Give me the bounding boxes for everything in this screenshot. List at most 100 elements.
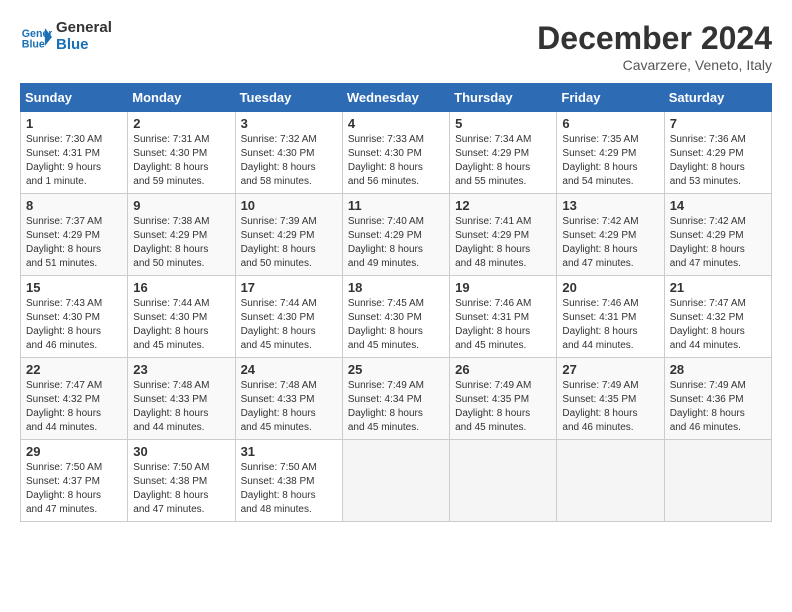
calendar-cell: 17 Sunrise: 7:44 AMSunset: 4:30 PMDayligh…: [235, 276, 342, 358]
day-number: 17: [241, 280, 337, 295]
day-number: 7: [670, 116, 766, 131]
calendar-week-row: 15 Sunrise: 7:43 AMSunset: 4:30 PMDayligh…: [21, 276, 772, 358]
day-number: 4: [348, 116, 444, 131]
calendar-cell: 13 Sunrise: 7:42 AMSunset: 4:29 PMDayligh…: [557, 194, 664, 276]
logo-text: GeneralBlue: [56, 20, 112, 53]
day-info: Sunrise: 7:44 AMSunset: 4:30 PMDaylight:…: [133, 297, 229, 353]
day-info: Sunrise: 7:47 AMSunset: 4:32 PMDaylight:…: [670, 297, 766, 353]
day-number: 24: [241, 362, 337, 377]
col-header-tuesday: Tuesday: [235, 84, 342, 112]
day-number: 11: [348, 198, 444, 213]
day-info: Sunrise: 7:33 AMSunset: 4:30 PMDaylight:…: [348, 133, 444, 189]
calendar-cell: 27 Sunrise: 7:49 AMSunset: 4:35 PMDayligh…: [557, 358, 664, 440]
day-number: 30: [133, 444, 229, 459]
page-header: General Blue GeneralBlue December 2024 C…: [20, 20, 772, 73]
day-number: 22: [26, 362, 122, 377]
day-info: Sunrise: 7:49 AMSunset: 4:35 PMDaylight:…: [455, 379, 551, 435]
day-number: 15: [26, 280, 122, 295]
day-info: Sunrise: 7:34 AMSunset: 4:29 PMDaylight:…: [455, 133, 551, 189]
calendar-week-row: 8Sunrise: 7:37 AMSunset: 4:29 PMDaylight…: [21, 194, 772, 276]
logo-icon: General Blue: [20, 21, 52, 53]
day-number: 9: [133, 198, 229, 213]
day-number: 29: [26, 444, 122, 459]
day-info: Sunrise: 7:50 AMSunset: 4:37 PMDaylight:…: [26, 461, 122, 517]
day-info: Sunrise: 7:50 AMSunset: 4:38 PMDaylight:…: [133, 461, 229, 517]
calendar-cell: 21 Sunrise: 7:47 AMSunset: 4:32 PMDayligh…: [664, 276, 771, 358]
day-number: 27: [562, 362, 658, 377]
col-header-monday: Monday: [128, 84, 235, 112]
calendar-week-row: 1 Sunrise: 7:30 AMSunset: 4:31 PMDaylight…: [21, 112, 772, 194]
day-number: 3: [241, 116, 337, 131]
day-info: Sunrise: 7:30 AMSunset: 4:31 PMDaylight:…: [26, 133, 122, 189]
calendar-cell: 14Sunrise: 7:42 AMSunset: 4:29 PMDayligh…: [664, 194, 771, 276]
svg-text:Blue: Blue: [22, 38, 45, 50]
calendar-cell: 26 Sunrise: 7:49 AMSunset: 4:35 PMDayligh…: [450, 358, 557, 440]
calendar-cell: 3Sunrise: 7:32 AMSunset: 4:30 PMDaylight…: [235, 112, 342, 194]
day-number: 18: [348, 280, 444, 295]
day-info: Sunrise: 7:37 AMSunset: 4:29 PMDaylight:…: [26, 215, 122, 271]
col-header-thursday: Thursday: [450, 84, 557, 112]
calendar-cell: 31 Sunrise: 7:50 AMSunset: 4:38 PMDayligh…: [235, 440, 342, 522]
day-info: Sunrise: 7:42 AMSunset: 4:29 PMDaylight:…: [670, 215, 766, 271]
calendar-cell: 1 Sunrise: 7:30 AMSunset: 4:31 PMDaylight…: [21, 112, 128, 194]
day-info: Sunrise: 7:35 AMSunset: 4:29 PMDaylight:…: [562, 133, 658, 189]
day-info: Sunrise: 7:49 AMSunset: 4:36 PMDaylight:…: [670, 379, 766, 435]
calendar-cell: [557, 440, 664, 522]
day-number: 12: [455, 198, 551, 213]
calendar-table: SundayMondayTuesdayWednesdayThursdayFrid…: [20, 83, 772, 522]
day-info: Sunrise: 7:48 AMSunset: 4:33 PMDaylight:…: [133, 379, 229, 435]
calendar-cell: 20 Sunrise: 7:46 AMSunset: 4:31 PMDayligh…: [557, 276, 664, 358]
calendar-cell: 24 Sunrise: 7:48 AMSunset: 4:33 PMDayligh…: [235, 358, 342, 440]
calendar-cell: 12 Sunrise: 7:41 AMSunset: 4:29 PMDayligh…: [450, 194, 557, 276]
calendar-cell: 2 Sunrise: 7:31 AMSunset: 4:30 PMDaylight…: [128, 112, 235, 194]
day-info: Sunrise: 7:44 AMSunset: 4:30 PMDaylight:…: [241, 297, 337, 353]
day-info: Sunrise: 7:46 AMSunset: 4:31 PMDaylight:…: [562, 297, 658, 353]
calendar-cell: [342, 440, 449, 522]
day-info: Sunrise: 7:41 AMSunset: 4:29 PMDaylight:…: [455, 215, 551, 271]
col-header-wednesday: Wednesday: [342, 84, 449, 112]
day-number: 31: [241, 444, 337, 459]
calendar-cell: 28 Sunrise: 7:49 AMSunset: 4:36 PMDayligh…: [664, 358, 771, 440]
day-info: Sunrise: 7:38 AMSunset: 4:29 PMDaylight:…: [133, 215, 229, 271]
day-info: Sunrise: 7:48 AMSunset: 4:33 PMDaylight:…: [241, 379, 337, 435]
calendar-week-row: 29 Sunrise: 7:50 AMSunset: 4:37 PMDayligh…: [21, 440, 772, 522]
day-info: Sunrise: 7:39 AMSunset: 4:29 PMDaylight:…: [241, 215, 337, 271]
calendar-cell: 22Sunrise: 7:47 AMSunset: 4:32 PMDayligh…: [21, 358, 128, 440]
day-info: Sunrise: 7:50 AMSunset: 4:38 PMDaylight:…: [241, 461, 337, 517]
day-info: Sunrise: 7:49 AMSunset: 4:35 PMDaylight:…: [562, 379, 658, 435]
day-number: 13: [562, 198, 658, 213]
calendar-cell: 25Sunrise: 7:49 AMSunset: 4:34 PMDayligh…: [342, 358, 449, 440]
month-title: December 2024: [537, 20, 772, 57]
day-info: Sunrise: 7:43 AMSunset: 4:30 PMDaylight:…: [26, 297, 122, 353]
calendar-cell: 11 Sunrise: 7:40 AMSunset: 4:29 PMDayligh…: [342, 194, 449, 276]
calendar-cell: [664, 440, 771, 522]
col-header-sunday: Sunday: [21, 84, 128, 112]
calendar-cell: [450, 440, 557, 522]
calendar-cell: 7 Sunrise: 7:36 AMSunset: 4:29 PMDaylight…: [664, 112, 771, 194]
day-number: 20: [562, 280, 658, 295]
calendar-cell: 30 Sunrise: 7:50 AMSunset: 4:38 PMDayligh…: [128, 440, 235, 522]
calendar-cell: 6Sunrise: 7:35 AMSunset: 4:29 PMDaylight…: [557, 112, 664, 194]
calendar-cell: 9 Sunrise: 7:38 AMSunset: 4:29 PMDaylight…: [128, 194, 235, 276]
day-number: 10: [241, 198, 337, 213]
calendar-cell: 16Sunrise: 7:44 AMSunset: 4:30 PMDayligh…: [128, 276, 235, 358]
day-number: 1: [26, 116, 122, 131]
calendar-cell: 19Sunrise: 7:46 AMSunset: 4:31 PMDayligh…: [450, 276, 557, 358]
calendar-cell: 18Sunrise: 7:45 AMSunset: 4:30 PMDayligh…: [342, 276, 449, 358]
day-number: 2: [133, 116, 229, 131]
col-header-saturday: Saturday: [664, 84, 771, 112]
day-number: 21: [670, 280, 766, 295]
day-number: 28: [670, 362, 766, 377]
col-header-friday: Friday: [557, 84, 664, 112]
day-info: Sunrise: 7:49 AMSunset: 4:34 PMDaylight:…: [348, 379, 444, 435]
day-info: Sunrise: 7:42 AMSunset: 4:29 PMDaylight:…: [562, 215, 658, 271]
day-info: Sunrise: 7:40 AMSunset: 4:29 PMDaylight:…: [348, 215, 444, 271]
calendar-header-row: SundayMondayTuesdayWednesdayThursdayFrid…: [21, 84, 772, 112]
day-number: 26: [455, 362, 551, 377]
calendar-cell: 10 Sunrise: 7:39 AMSunset: 4:29 PMDayligh…: [235, 194, 342, 276]
calendar-cell: 23Sunrise: 7:48 AMSunset: 4:33 PMDayligh…: [128, 358, 235, 440]
day-info: Sunrise: 7:31 AMSunset: 4:30 PMDaylight:…: [133, 133, 229, 189]
day-info: Sunrise: 7:36 AMSunset: 4:29 PMDaylight:…: [670, 133, 766, 189]
day-number: 5: [455, 116, 551, 131]
calendar-cell: 5 Sunrise: 7:34 AMSunset: 4:29 PMDaylight…: [450, 112, 557, 194]
